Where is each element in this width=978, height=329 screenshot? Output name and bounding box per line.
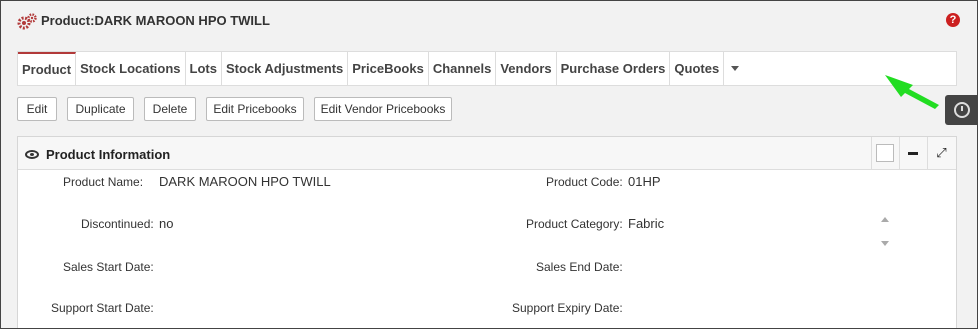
sales-end-date-label: Sales End Date: <box>536 260 623 274</box>
edit-pricebooks-button[interactable]: Edit Pricebooks <box>206 97 304 121</box>
gears-icon <box>17 13 37 30</box>
panel-expand-button[interactable]: ⤢ <box>927 137 955 169</box>
discontinued-label: Discontinued: <box>81 217 154 231</box>
tabs-more-dropdown[interactable] <box>724 52 746 85</box>
tab-quotes[interactable]: Quotes <box>670 52 725 85</box>
scroll-up-icon[interactable] <box>881 217 889 222</box>
delete-button[interactable]: Delete <box>144 97 196 121</box>
help-icon[interactable]: ? <box>946 13 960 27</box>
product-detail-window: Product:DARK MAROON HPO TWILL ? Product … <box>0 0 978 329</box>
checkbox-icon <box>876 144 894 162</box>
panel-select-checkbox[interactable] <box>871 137 899 169</box>
tab-pricebooks[interactable]: PriceBooks <box>348 52 429 85</box>
tab-stock-locations[interactable]: Stock Locations <box>76 52 186 85</box>
product-name-value: DARK MAROON HPO TWILL <box>159 174 331 189</box>
support-expiry-date-label: Support Expiry Date: <box>512 301 623 315</box>
duplicate-button[interactable]: Duplicate <box>67 97 134 121</box>
tab-bar: Product Stock Locations Lots Stock Adjus… <box>17 51 957 86</box>
edit-button[interactable]: Edit <box>17 97 57 121</box>
scroll-down-icon[interactable] <box>881 241 889 246</box>
sales-start-date-label: Sales Start Date: <box>63 260 154 274</box>
product-code-label: Product Code: <box>546 175 623 189</box>
product-category-label: Product Category: <box>526 217 623 231</box>
tab-channels[interactable]: Channels <box>429 52 497 85</box>
tab-stock-adjustments[interactable]: Stock Adjustments <box>222 52 349 85</box>
panel-header: Product Information ⤢ <box>18 137 956 170</box>
product-name-label: Product Name: <box>63 175 144 189</box>
caret-down-icon <box>731 66 740 71</box>
tab-lots[interactable]: Lots <box>186 52 222 85</box>
minimize-icon <box>908 152 918 155</box>
expand-icon: ⤢ <box>936 145 947 160</box>
support-start-date-label: Support Start Date: <box>51 301 154 315</box>
tab-vendors[interactable]: Vendors <box>496 52 557 85</box>
tab-product[interactable]: Product <box>18 52 77 85</box>
history-toggle[interactable] <box>945 95 977 125</box>
panel-title: Product Information <box>46 147 171 162</box>
page-title: Product:DARK MAROON HPO TWILL <box>41 13 270 28</box>
panel-minimize-button[interactable] <box>899 137 927 169</box>
product-category-value: Fabric <box>628 216 665 231</box>
discontinued-value: no <box>159 216 174 231</box>
edit-vendor-pricebooks-button[interactable]: Edit Vendor Pricebooks <box>314 97 452 121</box>
page-header: Product:DARK MAROON HPO TWILL ? <box>1 1 977 41</box>
history-clock-icon <box>954 102 970 118</box>
category-scrollbar[interactable] <box>879 211 891 253</box>
tab-purchase-orders[interactable]: Purchase Orders <box>557 52 671 85</box>
green-arrow-icon <box>885 75 939 109</box>
product-information-panel: Product Information ⤢ <box>17 136 957 328</box>
eye-icon <box>25 150 39 159</box>
product-code-value: 01HP <box>628 174 661 189</box>
